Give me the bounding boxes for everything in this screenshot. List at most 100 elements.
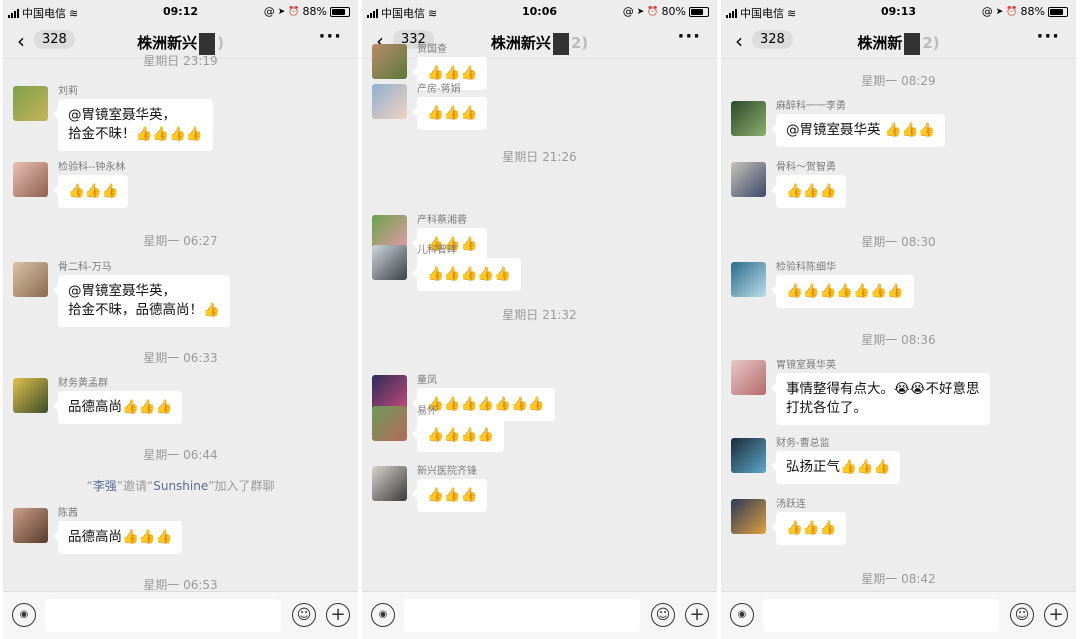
- chat-title-tail: 2): [922, 34, 940, 52]
- avatar[interactable]: [372, 406, 407, 441]
- message-bubble[interactable]: 事情整得有点大。😭😭不好意思 打扰各位了。: [771, 373, 990, 425]
- add-more-icon[interactable]: +: [685, 603, 709, 627]
- alarm-icon: ⏰: [647, 6, 659, 17]
- avatar[interactable]: [731, 162, 766, 197]
- status-bar: 中国电信 ≋ 09:12 @ ➤ ⏰ 88%: [3, 0, 358, 24]
- avatar[interactable]: [13, 162, 48, 197]
- message-bubble[interactable]: 👍👍👍: [770, 175, 847, 208]
- sender-name: 儿科曾晖: [417, 245, 457, 256]
- message-bubble[interactable]: 👍👍👍👍👍👍👍: [412, 388, 555, 421]
- location-icon: @: [263, 5, 275, 18]
- more-options-icon[interactable]: ···: [318, 26, 342, 47]
- status-right: @ ➤ ⏰ 88%: [264, 5, 350, 18]
- voice-input-icon[interactable]: ◉: [730, 603, 754, 627]
- voice-input-icon[interactable]: ◉: [371, 603, 395, 627]
- emoji-icon[interactable]: ☺: [651, 603, 675, 627]
- chat-title: 株洲新 2): [721, 32, 1076, 55]
- location-icon: @: [981, 5, 993, 18]
- chat-title-tail: ): [217, 34, 224, 52]
- avatar[interactable]: [13, 508, 48, 543]
- avatar[interactable]: [731, 101, 766, 136]
- sender-name: 童凤: [417, 375, 437, 386]
- sender-name: 检验科陈细华: [776, 262, 836, 273]
- status-right: @ ➤ ⏰ 88%: [982, 5, 1068, 18]
- chat-nav-bar: ‹ 332 株洲新兴 2) ···: [362, 24, 717, 59]
- invitee-name[interactable]: Sunshine: [153, 479, 208, 493]
- system-notice: “李强”邀请“Sunshine”加入了群聊: [3, 477, 358, 494]
- voice-input-icon[interactable]: ◉: [12, 603, 36, 627]
- sender-name: 财务-曹总监: [776, 438, 830, 449]
- timestamp: 星期日 21:32: [502, 308, 577, 322]
- add-more-icon[interactable]: +: [1044, 603, 1068, 627]
- navigation-icon: ➤: [636, 6, 645, 17]
- sender-name: 新兴医院齐锋: [417, 466, 477, 477]
- avatar[interactable]: [372, 466, 407, 501]
- avatar[interactable]: [731, 499, 766, 534]
- avatar[interactable]: [13, 378, 48, 413]
- add-more-icon[interactable]: +: [326, 603, 350, 627]
- message-input[interactable]: [404, 599, 640, 632]
- message-input[interactable]: [45, 599, 281, 632]
- message-bubble[interactable]: 👍👍👍: [770, 512, 847, 545]
- sender-name: 财务黄孟群: [58, 378, 108, 389]
- message-bubble[interactable]: 品德高尚👍👍👍: [52, 521, 183, 554]
- avatar[interactable]: [731, 438, 766, 473]
- notice-text: ”邀请“: [116, 479, 154, 493]
- sender-name: 胃镜室聂华英: [776, 360, 836, 371]
- avatar[interactable]: [372, 84, 407, 119]
- battery-percent: 88%: [302, 5, 327, 18]
- alarm-icon: ⏰: [1006, 6, 1018, 17]
- inviter-name[interactable]: 李强: [93, 479, 117, 493]
- battery-icon: [1048, 6, 1068, 17]
- battery-icon: [330, 6, 350, 17]
- emoji-icon[interactable]: ☺: [292, 603, 316, 627]
- navigation-icon: ➤: [277, 6, 286, 17]
- sender-name: 陈茜: [58, 508, 78, 519]
- more-options-icon[interactable]: ···: [1036, 26, 1060, 47]
- alarm-icon: ⏰: [288, 6, 300, 17]
- timestamp: 星期日 23:19: [143, 54, 218, 68]
- redaction-mask: [904, 32, 921, 55]
- battery-percent: 80%: [661, 5, 686, 18]
- message-bubble[interactable]: 👍👍👍👍👍: [411, 258, 522, 291]
- avatar[interactable]: [372, 375, 407, 410]
- navigation-icon: ➤: [995, 6, 1004, 17]
- message-bubble[interactable]: 👍👍👍: [411, 479, 488, 512]
- sender-name: 易怀: [417, 406, 437, 417]
- battery-percent: 88%: [1020, 5, 1045, 18]
- message-bubble[interactable]: @胃镜室聂华英， 拾金不昧，品德高尚！👍: [53, 275, 230, 327]
- sender-name: 骨科～贺智勇: [776, 162, 836, 173]
- message-bubble[interactable]: 👍👍👍👍👍👍👍: [771, 275, 914, 308]
- emoji-icon[interactable]: ☺: [1010, 603, 1034, 627]
- message-bubble[interactable]: 品德高尚👍👍👍: [52, 391, 183, 424]
- message-bubble[interactable]: @胃镜室聂华英， 拾金不昧！👍👍👍👍: [53, 99, 213, 151]
- chat-title-text: 株洲新: [857, 34, 903, 52]
- input-bar: ◉ ☺ +: [3, 591, 358, 639]
- timestamp: 星期一 08:36: [861, 333, 936, 347]
- avatar[interactable]: [372, 245, 407, 280]
- message-bubble[interactable]: 👍👍👍👍: [411, 419, 505, 452]
- avatar[interactable]: [13, 86, 48, 121]
- status-right: @ ➤ ⏰ 80%: [623, 5, 709, 18]
- timestamp: 星期一 06:44: [143, 448, 218, 462]
- timestamp: 星期一 06:33: [143, 351, 218, 365]
- status-bar: 中国电信 ≋ 09:13 @ ➤ ⏰ 88%: [721, 0, 1076, 24]
- battery-icon: [689, 6, 709, 17]
- avatar[interactable]: [731, 262, 766, 297]
- message-bubble[interactable]: 👍👍👍: [411, 97, 488, 130]
- chat-title-text: 株洲新兴: [490, 34, 551, 52]
- avatar[interactable]: [731, 360, 766, 395]
- chat-screen-2: 中国电信 ≋ 10:06 @ ➤ ⏰ 80% ‹ 332 株洲新兴 2) ··· 贺国查 👍👍👍 产房-蒋娟…: [362, 0, 717, 639]
- message-bubble[interactable]: @胃镜室聂华英 👍👍👍: [770, 114, 946, 147]
- avatar[interactable]: [13, 262, 48, 297]
- timestamp: 星期日 21:26: [502, 150, 577, 164]
- avatar[interactable]: [372, 44, 407, 79]
- message-input[interactable]: [763, 599, 999, 632]
- more-options-icon[interactable]: ···: [677, 26, 701, 47]
- message-bubble[interactable]: 弘扬正气👍👍👍: [770, 451, 901, 484]
- sender-name: 汤跃连: [776, 499, 806, 510]
- chat-title: 株洲新兴 2): [362, 32, 717, 55]
- message-bubble[interactable]: 👍👍👍: [52, 175, 129, 208]
- location-icon: @: [622, 5, 634, 18]
- chat-title-tail: 2): [570, 34, 589, 52]
